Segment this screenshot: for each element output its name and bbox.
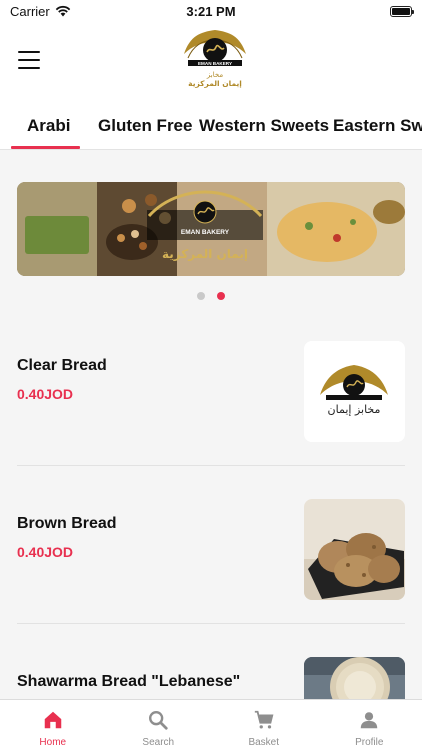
nav-label-home: Home bbox=[39, 737, 67, 748]
divider bbox=[17, 623, 405, 624]
hamburger-icon-line bbox=[18, 67, 40, 69]
nav-basket[interactable]: Basket bbox=[211, 700, 317, 750]
nav-profile[interactable]: Profile bbox=[317, 700, 422, 750]
product-image-caption: مخابز إيمان bbox=[328, 403, 381, 416]
svg-text:EMAN BAKERY: EMAN BAKERY bbox=[198, 61, 232, 66]
tab-arabi[interactable]: Arabi bbox=[27, 116, 70, 136]
svg-text:EMAN BAKERY: EMAN BAKERY bbox=[181, 229, 230, 236]
svg-text:إيمان المركزية: إيمان المركزية bbox=[188, 79, 242, 88]
nav-home[interactable]: Home bbox=[0, 700, 106, 750]
product-image: مخابز إيمان bbox=[304, 341, 405, 442]
hamburger-icon-line bbox=[18, 59, 40, 61]
product-name: Brown Bread bbox=[17, 515, 117, 532]
eman-bakery-logo: EMAN BAKERY مخابز إيمان المركزية bbox=[184, 30, 246, 88]
battery-icon bbox=[390, 5, 414, 17]
home-icon bbox=[44, 711, 61, 729]
svg-text:إيمان المركزية: إيمان المركزية bbox=[162, 247, 248, 261]
menu-button[interactable] bbox=[18, 51, 40, 69]
bottom-nav: Home Search Basket Profile bbox=[0, 699, 422, 750]
product-item-clear-bread[interactable]: Clear Bread 0.40JOD مخابز إيمان bbox=[0, 341, 422, 443]
tab-western-sweets[interactable]: Western Sweets bbox=[199, 116, 329, 136]
tab-gluten-free[interactable]: Gluten Free bbox=[98, 116, 192, 136]
tab-eastern-sweets[interactable]: Eastern Swe bbox=[333, 116, 422, 136]
banner-pagination bbox=[0, 292, 422, 300]
status-bar: Carrier 3:21 PM bbox=[0, 0, 422, 22]
product-image bbox=[304, 499, 405, 600]
product-name: Shawarma Bread "Lebanese" bbox=[17, 673, 241, 690]
search-icon bbox=[149, 711, 168, 730]
nav-label-profile: Profile bbox=[355, 737, 384, 748]
nav-label-basket: Basket bbox=[248, 737, 280, 748]
product-price: 0.40JOD bbox=[17, 544, 74, 560]
cart-icon bbox=[254, 710, 274, 729]
nav-search[interactable]: Search bbox=[106, 700, 212, 750]
app-header: EMAN BAKERY مخابز إيمان المركزية bbox=[0, 22, 422, 98]
product-name: Clear Bread bbox=[17, 357, 107, 374]
banner-dot-2[interactable] bbox=[217, 292, 225, 300]
banner-image: EMAN BAKERY إيمان المركزية bbox=[17, 182, 405, 276]
active-tab-indicator bbox=[11, 146, 80, 149]
promo-banner[interactable]: EMAN BAKERY إيمان المركزية bbox=[17, 182, 405, 276]
product-item-brown-bread[interactable]: Brown Bread 0.40JOD bbox=[0, 499, 422, 601]
nav-label-search: Search bbox=[142, 737, 175, 748]
person-icon bbox=[361, 712, 378, 729]
category-tabs: Arabi Gluten Free Western Sweets Eastern… bbox=[0, 98, 422, 150]
product-price: 0.40JOD bbox=[17, 386, 74, 402]
status-time: 3:21 PM bbox=[186, 3, 236, 19]
hamburger-icon-line bbox=[18, 51, 40, 53]
banner-dot-1[interactable] bbox=[197, 292, 205, 300]
svg-text:مخابز: مخابز bbox=[206, 71, 223, 79]
divider bbox=[17, 465, 405, 466]
